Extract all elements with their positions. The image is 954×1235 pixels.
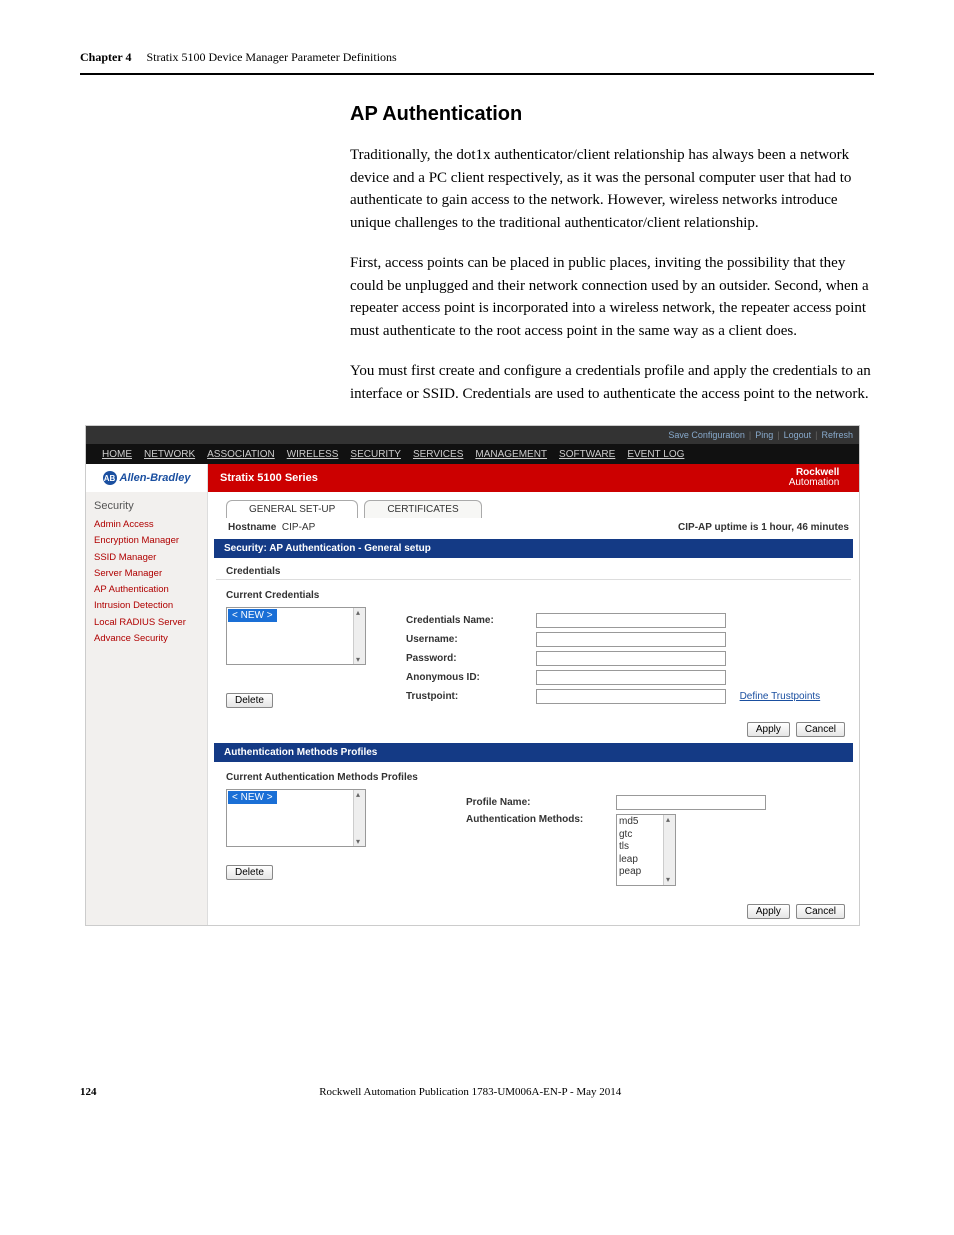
apply-credentials-button[interactable]: Apply [747, 722, 790, 737]
anonymous-id-input[interactable] [536, 670, 726, 685]
nav-home[interactable]: HOME [102, 449, 132, 460]
chapter-label: Chapter 4 [80, 50, 131, 64]
util-refresh[interactable]: Refresh [821, 430, 853, 440]
sidebar-item-ssid-manager[interactable]: SSID Manager [94, 551, 207, 564]
profile-name-input[interactable] [616, 795, 766, 810]
sidebar-item-advance-security[interactable]: Advance Security [94, 632, 207, 645]
publication-id: Rockwell Automation Publication 1783-UM0… [319, 1086, 621, 1098]
nav-network[interactable]: NETWORK [144, 449, 195, 460]
page-number: 124 [80, 1086, 97, 1098]
sidebar-item-encryption-manager[interactable]: Encryption Manager [94, 534, 207, 547]
logo-allen-bradley: AB Allen-Bradley [86, 464, 208, 492]
cancel-profile-button[interactable]: Cancel [796, 904, 845, 919]
section-heading: AP Authentication [350, 103, 874, 126]
auth-profile-new-item[interactable]: < NEW > [228, 791, 277, 804]
password-input[interactable] [536, 651, 726, 666]
sidebar-item-intrusion-detection[interactable]: Intrusion Detection [94, 599, 207, 612]
paragraph-2: First, access points can be placed in pu… [350, 252, 874, 342]
running-head: Chapter 4 Stratix 5100 Device Manager Pa… [80, 50, 874, 65]
define-trustpoints-link[interactable]: Define Trustpoints [740, 691, 821, 702]
trustpoint-label: Trustpoint: [406, 691, 536, 702]
page-footer: 124 Rockwell Automation Publication 1783… [80, 1086, 874, 1098]
utility-bar: Save Configuration| Ping| Logout| Refres… [86, 426, 859, 444]
header-rule [80, 73, 874, 75]
sidebar-item-admin-access[interactable]: Admin Access [94, 518, 207, 531]
sidebar: Security Admin Access Encryption Manager… [86, 492, 208, 925]
sidebar-item-server-manager[interactable]: Server Manager [94, 567, 207, 580]
nav-eventlog[interactable]: EVENT LOG [627, 449, 684, 460]
nav-association[interactable]: ASSOCIATION [207, 449, 275, 460]
sidebar-item-local-radius-server[interactable]: Local RADIUS Server [94, 616, 207, 629]
tab-general-setup[interactable]: GENERAL SET-UP [226, 500, 358, 518]
util-save[interactable]: Save Configuration [668, 430, 745, 440]
apply-profile-button[interactable]: Apply [747, 904, 790, 919]
util-logout[interactable]: Logout [784, 430, 812, 440]
username-label: Username: [406, 634, 536, 645]
brand-bar: AB Allen-Bradley Stratix 5100 Series Roc… [86, 464, 859, 492]
credentials-header: Credentials [216, 562, 851, 580]
delete-profile-button[interactable]: Delete [226, 865, 273, 880]
tab-certificates[interactable]: CERTIFICATES [364, 500, 481, 518]
credentials-listbox[interactable]: < NEW > [226, 607, 366, 665]
credentials-new-item[interactable]: < NEW > [228, 609, 277, 622]
util-ping[interactable]: Ping [755, 430, 773, 440]
delete-credentials-button[interactable]: Delete [226, 693, 273, 708]
section-bar-security: Security: AP Authentication - General se… [214, 539, 853, 558]
nav-security[interactable]: SECURITY [350, 449, 401, 460]
logo-rockwell: RockwellAutomation [769, 464, 859, 492]
current-credentials-label: Current Credentials [226, 590, 847, 601]
hostname-label: Hostname [228, 522, 276, 533]
trustpoint-input[interactable] [536, 689, 726, 704]
series-title: Stratix 5100 Series [208, 464, 769, 492]
sidebar-title: Security [94, 500, 207, 512]
paragraph-1: Traditionally, the dot1x authenticator/c… [350, 144, 874, 234]
nav-wireless[interactable]: WIRELESS [287, 449, 339, 460]
cancel-credentials-button[interactable]: Cancel [796, 722, 845, 737]
uptime-text: CIP-AP uptime is 1 hour, 46 minutes [678, 522, 849, 533]
auth-methods-listbox[interactable]: md5 gtc tls leap peap [616, 814, 676, 886]
hostname-value: CIP-AP [282, 522, 315, 533]
scrollbar-icon[interactable] [353, 608, 365, 664]
sidebar-item-ap-authentication[interactable]: AP Authentication [94, 583, 207, 596]
profile-name-label: Profile Name: [466, 797, 616, 808]
credentials-name-label: Credentials Name: [406, 615, 536, 626]
paragraph-3: You must first create and configure a cr… [350, 360, 874, 405]
password-label: Password: [406, 653, 536, 664]
current-auth-profiles-label: Current Authentication Methods Profiles [226, 772, 847, 783]
username-input[interactable] [536, 632, 726, 647]
auth-methods-label: Authentication Methods: [466, 814, 616, 825]
section-bar-auth-profiles: Authentication Methods Profiles [214, 743, 853, 762]
chapter-title: Stratix 5100 Device Manager Parameter De… [146, 50, 396, 64]
auth-profiles-listbox[interactable]: < NEW > [226, 789, 366, 847]
main-nav: HOME NETWORK ASSOCIATION WIRELESS SECURI… [86, 444, 859, 464]
nav-services[interactable]: SERVICES [413, 449, 463, 460]
nav-management[interactable]: MANAGEMENT [475, 449, 547, 460]
credentials-name-input[interactable] [536, 613, 726, 628]
embedded-screenshot: Save Configuration| Ping| Logout| Refres… [85, 425, 860, 926]
scrollbar-icon[interactable] [663, 815, 675, 885]
scrollbar-icon[interactable] [353, 790, 365, 846]
anonymous-id-label: Anonymous ID: [406, 672, 536, 683]
nav-software[interactable]: SOFTWARE [559, 449, 615, 460]
